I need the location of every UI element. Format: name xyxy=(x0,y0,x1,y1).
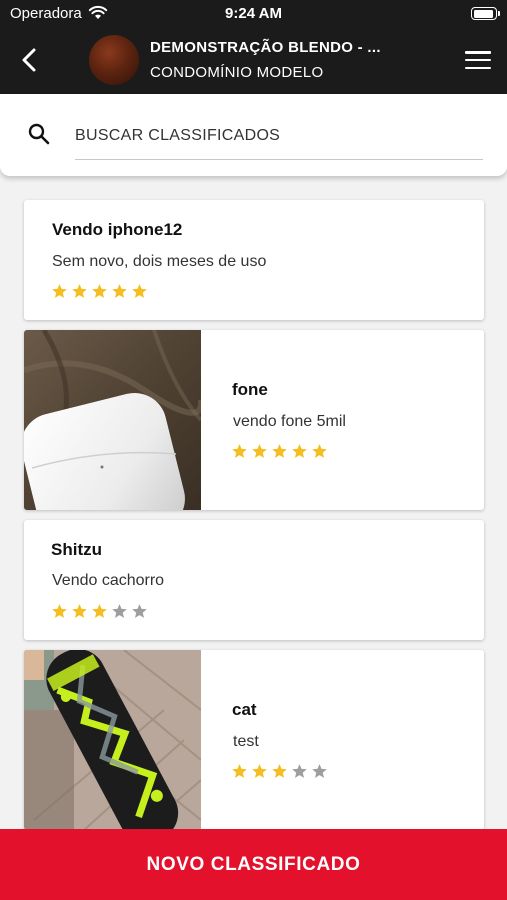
star-filled-icon xyxy=(92,284,107,298)
earbuds-case-photo xyxy=(24,330,201,510)
star-filled-icon xyxy=(72,284,87,298)
listing-description: Sem novo, dois meses de uso xyxy=(52,253,267,270)
listing-description: vendo fone 5mil xyxy=(233,413,346,430)
star-filled-icon xyxy=(272,444,287,458)
hamburger-icon-bar xyxy=(465,51,491,54)
listing-card[interactable]: Shitzu Vendo cachorro xyxy=(24,520,484,640)
status-bar: Operadora 9:24 AM xyxy=(0,0,507,28)
header-title: DEMONSTRAÇÃO BLENDO - ... xyxy=(150,39,381,56)
hamburger-icon-bar xyxy=(465,58,491,62)
star-empty-icon xyxy=(292,764,307,778)
listing-description: test xyxy=(233,733,259,750)
new-listing-button[interactable]: NOVO CLASSIFICADO xyxy=(0,829,507,900)
star-filled-icon xyxy=(232,764,247,778)
search-input[interactable] xyxy=(75,122,483,160)
star-filled-icon xyxy=(272,764,287,778)
star-filled-icon xyxy=(72,604,87,618)
header-subtitle: CONDOMÍNIO MODELO xyxy=(150,64,324,81)
back-button[interactable] xyxy=(14,44,44,76)
star-filled-icon xyxy=(92,604,107,618)
star-filled-icon xyxy=(252,764,267,778)
listing-title: Shitzu xyxy=(51,540,102,559)
star-filled-icon xyxy=(132,284,147,298)
menu-button[interactable] xyxy=(465,48,491,72)
star-filled-icon xyxy=(232,444,247,458)
listing-description: Vendo cachorro xyxy=(52,572,165,589)
rating-stars xyxy=(231,763,328,780)
clock: 9:24 AM xyxy=(225,5,282,22)
listing-card[interactable]: fone vendo fone 5mil xyxy=(24,330,484,510)
rating-stars xyxy=(231,443,328,460)
star-empty-icon xyxy=(312,764,327,778)
rating-stars xyxy=(51,603,148,620)
listing-title: fone xyxy=(232,380,268,399)
search-icon xyxy=(27,122,51,151)
star-filled-icon xyxy=(52,284,67,298)
star-filled-icon xyxy=(252,444,267,458)
skateboard-photo xyxy=(24,650,201,830)
listing-title: Vendo iphone12 xyxy=(52,220,183,239)
hamburger-icon-bar xyxy=(465,66,491,69)
star-filled-icon xyxy=(112,284,127,298)
star-filled-icon xyxy=(312,444,327,458)
app-header: DEMONSTRAÇÃO BLENDO - ... CONDOMÍNIO MOD… xyxy=(0,28,507,94)
rating-stars xyxy=(51,283,148,300)
listing-card[interactable]: cat test xyxy=(24,650,484,830)
battery-icon xyxy=(471,7,500,20)
condominium-avatar[interactable] xyxy=(89,35,139,85)
listing-title: cat xyxy=(232,700,257,719)
star-filled-icon xyxy=(52,604,67,618)
listing-card[interactable]: Vendo iphone12 Sem novo, dois meses de u… xyxy=(24,200,484,320)
chevron-left-icon xyxy=(22,48,36,72)
star-filled-icon xyxy=(292,444,307,458)
search-card xyxy=(0,94,507,176)
star-empty-icon xyxy=(132,604,147,618)
star-empty-icon xyxy=(112,604,127,618)
